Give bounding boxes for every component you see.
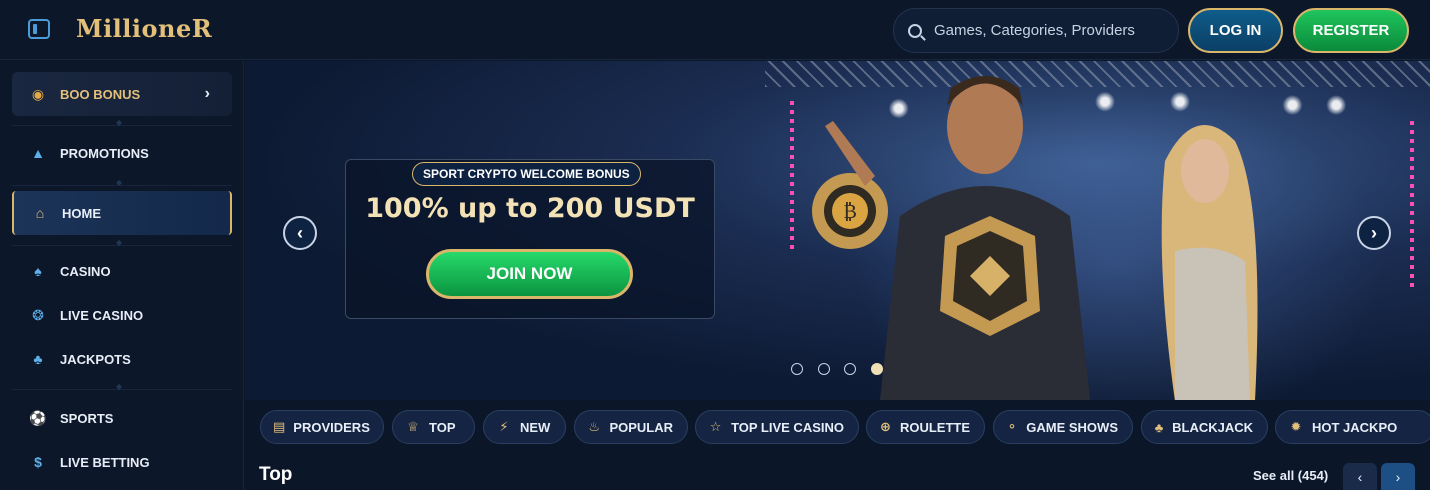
slide-dot-1[interactable] xyxy=(791,363,803,375)
cards-icon: ♣ xyxy=(1154,419,1164,435)
chevron-right-icon: › xyxy=(1371,222,1377,243)
section-title: Top xyxy=(259,464,293,485)
category-label: TOP xyxy=(429,419,456,435)
category-popular[interactable]: ♨ POPULAR xyxy=(574,410,688,444)
pumpkin-icon: ◉ xyxy=(31,85,45,102)
dollar-coin-icon: $ xyxy=(34,454,42,470)
category-label: ROULETTE xyxy=(899,419,970,435)
divider xyxy=(12,382,232,391)
sidebar-item-live-betting[interactable]: $ LIVE BETTING xyxy=(12,440,232,484)
category-hot-jackpots[interactable]: ✹ HOT JACKPO xyxy=(1275,410,1430,444)
category-blackjack[interactable]: ♣ BLACKJACK xyxy=(1141,410,1268,444)
lightning-icon: ⚡ xyxy=(499,419,509,434)
slide-dot-4[interactable] xyxy=(871,363,883,375)
crown-icon: ♕ xyxy=(407,419,419,434)
category-label: PROVIDERS xyxy=(293,419,370,435)
sidebar-item-label: CASINO xyxy=(60,263,111,279)
microphone-icon: ⚬ xyxy=(1006,419,1018,434)
slide-dot-2[interactable] xyxy=(818,363,830,375)
chevron-left-icon: ‹ xyxy=(297,222,303,243)
login-button[interactable]: LOG IN xyxy=(1188,8,1283,53)
roulette-icon: ⊕ xyxy=(880,419,891,434)
sidebar-item-promotions[interactable]: ▲ PROMOTIONS xyxy=(12,131,232,175)
sidebar-item-sports[interactable]: ⚽ SPORTS xyxy=(12,396,232,440)
sidebar-item-casino[interactable]: ♠ CASINO xyxy=(12,249,232,293)
promo-title: 100% up to 200 USDT xyxy=(365,193,695,224)
spade-icon: ♠ xyxy=(34,263,42,279)
clover-icon: ♣ xyxy=(33,351,43,367)
divider xyxy=(12,238,232,247)
sidebar-item-label: LIVE BETTING xyxy=(60,454,150,470)
category-label: BLACKJACK xyxy=(1172,419,1253,435)
category-roulette[interactable]: ⊕ ROULETTE xyxy=(866,410,985,444)
search-bar[interactable] xyxy=(893,8,1179,53)
soccer-ball-icon: ⚽ xyxy=(29,409,47,426)
join-now-button[interactable]: JOIN NOW xyxy=(426,249,633,299)
light-strip xyxy=(790,101,794,251)
horn-icon: ✹ xyxy=(1290,419,1302,434)
divider xyxy=(12,118,232,127)
sidebar-item-live-casino[interactable]: ❂ LIVE CASINO xyxy=(12,293,232,337)
section-next-button[interactable]: › xyxy=(1381,463,1415,490)
category-game-shows[interactable]: ⚬ GAME SHOWS xyxy=(993,410,1133,444)
category-label: NEW xyxy=(520,419,551,435)
hero-banner[interactable]: SPORT CRYPTO WELCOME BONUS 100% up to 20… xyxy=(245,61,1430,400)
banner-prev-button[interactable]: ‹ xyxy=(283,216,317,250)
sidebar-item-jackpots[interactable]: ♣ JACKPOTS xyxy=(12,337,232,381)
register-button[interactable]: REGISTER xyxy=(1293,8,1409,53)
category-bar: ▤ PROVIDERS ♕ TOP ⚡ NEW ♨ POPULAR ☆ TOP … xyxy=(245,400,1430,454)
category-providers[interactable]: ▤ PROVIDERS xyxy=(260,410,384,444)
search-input[interactable] xyxy=(934,22,1154,39)
chip-icon: ❂ xyxy=(32,306,44,323)
sidebar-item-label: SPORTS xyxy=(60,410,114,426)
banner-next-button[interactable]: › xyxy=(1357,216,1391,250)
home-icon: ⌂ xyxy=(35,205,45,221)
site-logo[interactable]: MillioneR xyxy=(76,14,212,43)
category-top[interactable]: ♕ TOP xyxy=(392,410,475,444)
sidebar-item-home[interactable]: ⌂ HOME xyxy=(12,191,232,235)
promo-tag: SPORT CRYPTO WELCOME BONUS xyxy=(412,162,641,186)
book-icon: ▤ xyxy=(273,419,286,434)
category-top-live-casino[interactable]: ☆ TOP LIVE CASINO xyxy=(695,410,859,444)
star-icon: ☆ xyxy=(709,419,722,434)
category-label: GAME SHOWS xyxy=(1026,419,1118,435)
sidebar-toggle-icon[interactable] xyxy=(28,19,50,39)
megaphone-icon: ▲ xyxy=(31,145,45,161)
chevron-right-icon: › xyxy=(1395,468,1401,485)
slide-dot-3[interactable] xyxy=(844,363,856,375)
see-all-link[interactable]: See all (454) xyxy=(1253,468,1328,483)
woman-figure xyxy=(1161,125,1258,400)
sidebar-item-label: LIVE CASINO xyxy=(60,307,144,323)
category-label: HOT JACKPO xyxy=(1312,419,1398,435)
category-label: TOP LIVE CASINO xyxy=(731,419,844,435)
top-header: MillioneR LOG IN REGISTER xyxy=(0,0,1430,60)
svg-text:₿: ₿ xyxy=(843,199,857,223)
flame-icon: ♨ xyxy=(588,419,601,434)
search-icon xyxy=(908,23,922,38)
category-new[interactable]: ⚡ NEW xyxy=(483,410,566,444)
sidebar-item-label: BOO BONUS xyxy=(60,86,141,102)
athlete-figure: ₿ xyxy=(812,76,1090,400)
chevron-left-icon: ‹ xyxy=(1357,468,1363,485)
sidebar-item-label: JACKPOTS xyxy=(60,351,131,367)
light-strip xyxy=(1410,121,1414,291)
category-label: POPULAR xyxy=(609,419,673,435)
sidebar: ◉ BOO BONUS › ▲ PROMOTIONS ⌂ HOME ♠ CASI… xyxy=(0,61,244,490)
sidebar-item-boo-bonus[interactable]: ◉ BOO BONUS › xyxy=(12,72,232,116)
sidebar-item-label: PROMOTIONS xyxy=(60,145,149,161)
sidebar-item-label: HOME xyxy=(62,205,101,221)
divider xyxy=(12,178,232,187)
chevron-right-icon: › xyxy=(204,85,210,102)
section-prev-button[interactable]: ‹ xyxy=(1343,463,1377,490)
